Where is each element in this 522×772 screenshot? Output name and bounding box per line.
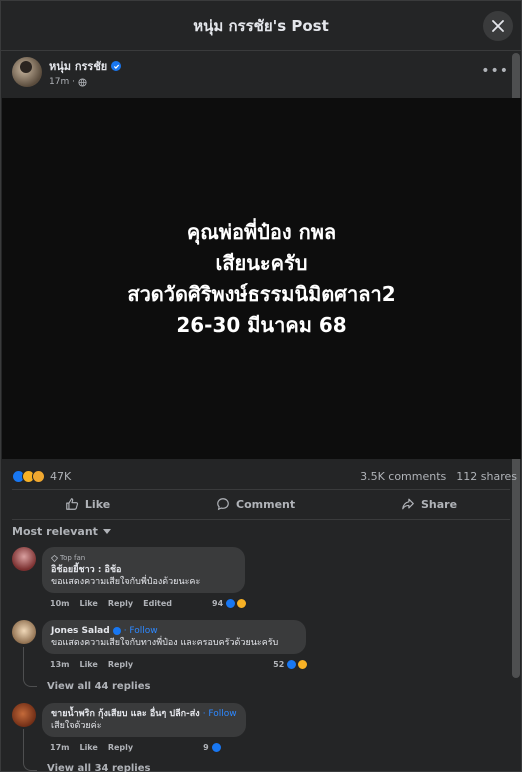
image-text-line: 26-30 มีนาคม 68 bbox=[176, 312, 347, 337]
sort-label: Most relevant bbox=[12, 525, 98, 538]
image-text-line: คุณพ่อพี่ป๋อง กพล bbox=[186, 219, 337, 244]
comment-text: เสียใจด้วยค่ะ bbox=[51, 721, 102, 731]
share-label: Share bbox=[420, 497, 458, 511]
comment-meta: 10m Like Reply Edited 94 bbox=[50, 598, 248, 609]
sad-reaction-icon bbox=[297, 659, 309, 670]
like-label: Like bbox=[84, 497, 111, 511]
comment-reaction-count: 52 bbox=[273, 660, 285, 669]
divider bbox=[12, 519, 510, 520]
dialog-title: หนุ่ม กรรชัย's Post bbox=[193, 16, 329, 35]
dialog-header: หนุ่ม กรรชัย's Post bbox=[1, 1, 521, 51]
post-dialog: หนุ่ม กรรชัย's Post หนุ่ม กรรชัย 17m · •… bbox=[0, 0, 522, 772]
comment-reply-button[interactable]: Reply bbox=[108, 743, 133, 752]
post-time[interactable]: 17m · bbox=[49, 77, 75, 87]
commenter-name[interactable]: อิช้อยยี้ชาว : อิช้อ bbox=[51, 564, 236, 576]
comment-bubble: Jones Salad · Follow ขอแสดงความเสียใจกับ… bbox=[42, 620, 307, 654]
comments-count[interactable]: 3.5K comments bbox=[360, 470, 446, 483]
comment-item: Jones Salad · Follow ขอแสดงความเสียใจกับ… bbox=[12, 620, 309, 670]
comment-item: ขายน้ำพริก กุ้งเสียบ และ อื่นๆ ปลีก-ส่ง … bbox=[12, 703, 246, 753]
comment-reply-button[interactable]: Reply bbox=[108, 599, 133, 608]
reaction-count: 47K bbox=[50, 469, 72, 483]
commenter-name[interactable]: ขายน้ำพริก กุ้งเสียบ และ อื่นๆ ปลีก-ส่ง bbox=[51, 708, 200, 720]
comment-like-button[interactable]: Like bbox=[79, 743, 97, 752]
top-fan-badge: Top fan bbox=[51, 552, 236, 564]
comment-label: Comment bbox=[236, 497, 296, 511]
comment-reactions[interactable]: 9 bbox=[203, 742, 222, 753]
sort-dropdown[interactable]: Most relevant bbox=[12, 525, 111, 538]
comment-reaction-count: 9 bbox=[203, 743, 209, 752]
image-text-line: เสียนะครับ bbox=[215, 250, 308, 275]
author-name[interactable]: หนุ่ม กรรชัย bbox=[49, 57, 107, 75]
sad-reaction-icon bbox=[236, 598, 248, 609]
comment-bubble: Top fan อิช้อยยี้ชาว : อิช้อ ขอแสดงความเ… bbox=[42, 547, 246, 593]
chevron-down-icon bbox=[102, 528, 111, 534]
close-icon bbox=[492, 20, 504, 32]
comment-text: ขอแสดงความเสียใจกับพี่ป๋องด้วยนะคะ bbox=[51, 577, 201, 587]
comment-reply-button[interactable]: Reply bbox=[108, 660, 133, 669]
comment-icon bbox=[217, 498, 229, 511]
comment-item: Top fan อิช้อยยี้ชาว : อิช้อ ขอแสดงความเ… bbox=[12, 547, 248, 609]
commenter-avatar[interactable] bbox=[12, 703, 36, 727]
comment-time[interactable]: 10m bbox=[50, 599, 69, 608]
comment-button[interactable]: Comment bbox=[216, 497, 295, 511]
comment-like-button[interactable]: Like bbox=[79, 599, 97, 608]
share-button[interactable]: Share bbox=[401, 497, 457, 511]
comment-like-button[interactable]: Like bbox=[79, 660, 97, 669]
thumbs-up-icon bbox=[66, 498, 78, 510]
like-button[interactable]: Like bbox=[65, 497, 110, 511]
post-image[interactable]: คุณพ่อพี่ป๋อง กพล เสียนะครับ สวดวัดศิริพ… bbox=[2, 98, 521, 459]
post-header: หนุ่ม กรรชัย 17m · bbox=[12, 57, 122, 87]
share-icon bbox=[402, 498, 414, 510]
author-avatar[interactable] bbox=[12, 57, 42, 87]
more-options-icon[interactable]: ••• bbox=[481, 63, 509, 79]
comment-time[interactable]: 17m bbox=[50, 743, 69, 752]
image-text-line: สวดวัดศิริพงษ์ธรรมนิมิตศาลา2 bbox=[127, 281, 396, 306]
diamond-icon bbox=[51, 554, 58, 562]
comment-meta: 17m Like Reply 9 bbox=[50, 742, 246, 753]
follow-link[interactable]: · Follow bbox=[203, 708, 237, 720]
comment-time[interactable]: 13m bbox=[50, 660, 69, 669]
comment-reactions[interactable]: 52 bbox=[273, 659, 309, 670]
comment-meta: 13m Like Reply 52 bbox=[50, 659, 309, 670]
comment-reactions[interactable]: 94 bbox=[212, 598, 248, 609]
comment-text: ขอแสดงความเสียใจกับทางพี่ป๋อง และครอบครั… bbox=[51, 638, 279, 648]
commenter-name[interactable]: Jones Salad bbox=[51, 625, 110, 637]
follow-link[interactable]: · Follow bbox=[124, 625, 158, 637]
view-replies-link[interactable]: View all 34 replies bbox=[47, 763, 150, 772]
edited-label[interactable]: Edited bbox=[143, 599, 172, 608]
close-button[interactable] bbox=[483, 11, 513, 41]
like-reaction-icon bbox=[210, 742, 222, 753]
action-bar: Like Comment Share bbox=[12, 493, 510, 515]
verified-icon bbox=[111, 61, 122, 71]
view-replies-link[interactable]: View all 44 replies bbox=[47, 681, 150, 692]
comment-reaction-count: 94 bbox=[212, 599, 224, 608]
divider bbox=[12, 489, 510, 490]
comment-bubble: ขายน้ำพริก กุ้งเสียบ และ อื่นๆ ปลีก-ส่ง … bbox=[42, 703, 246, 737]
post-stats: 47K 3.5K comments 112 shares bbox=[12, 467, 517, 485]
commenter-avatar[interactable] bbox=[12, 620, 36, 644]
shares-count[interactable]: 112 shares bbox=[456, 470, 517, 483]
reaction-summary[interactable]: 47K bbox=[12, 469, 72, 483]
like-reaction-icon bbox=[286, 659, 298, 670]
commenter-avatar[interactable] bbox=[12, 547, 36, 571]
care-reaction-icon bbox=[32, 469, 45, 483]
verified-icon bbox=[112, 627, 121, 635]
like-reaction-icon bbox=[225, 598, 237, 609]
badge-label: Top fan bbox=[60, 554, 86, 562]
globe-icon bbox=[78, 77, 87, 87]
